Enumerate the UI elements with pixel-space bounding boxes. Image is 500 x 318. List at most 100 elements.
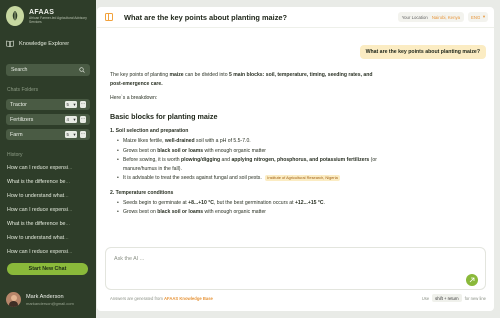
hint-suffix: for new line xyxy=(464,295,486,301)
brand-name: AFAAS xyxy=(29,8,55,16)
search-label: Search xyxy=(11,67,28,73)
chats-folders-label: Chats Folders xyxy=(7,87,39,93)
history-ellipsis: ... xyxy=(67,165,73,171)
brand-subtitle: African Farmer-led Agricultural Advisory… xyxy=(29,15,87,24)
folder-farm[interactable]: Farm 5 ▾ ⋯ xyxy=(6,129,90,140)
more-icon[interactable]: ⋯ xyxy=(80,131,86,138)
text: Maize likes fertile, xyxy=(123,137,165,144)
location-value: Nairobi, Kenya xyxy=(431,14,460,20)
folder-tractor[interactable]: Tractor 5 ▾ ⋯ xyxy=(6,99,90,110)
folder-name: Farm xyxy=(10,131,23,138)
more-icon[interactable]: ⋯ xyxy=(80,116,86,123)
text: with enough organic matter xyxy=(203,209,266,216)
text: It is advisable to treat the seeds again… xyxy=(123,175,262,182)
history-text: What is the difference be xyxy=(7,221,66,227)
composer-placeholder: Ask the AI ... xyxy=(114,256,145,262)
book-icon xyxy=(6,40,14,47)
text: Before sowing, it is worth xyxy=(123,157,182,164)
sidebar-toggle-icon[interactable] xyxy=(105,13,113,21)
shortcut-keys: shift + return xyxy=(432,294,462,302)
app-root: AFAAS African Farmer-led Agricultural Ad… xyxy=(0,0,500,318)
history-label: History xyxy=(7,152,23,158)
user-message: What are the key points about planting m… xyxy=(359,45,486,59)
chat-panel: What are the key points about planting m… xyxy=(97,7,494,311)
folder-count-value: 4 xyxy=(66,117,69,122)
assistant-answer: The key points of planting maize can be … xyxy=(110,71,380,217)
more-icon[interactable]: ⋯ xyxy=(80,101,86,108)
location-label: Your Location xyxy=(401,14,428,20)
text-bold: black soil or loams xyxy=(157,147,204,154)
history-item[interactable]: What is the difference be... xyxy=(7,179,87,185)
brand-text: AFAAS African Farmer-led Agricultural Ad… xyxy=(29,9,91,24)
history-ellipsis: ... xyxy=(67,207,73,213)
text: Seeds begin to germinate at xyxy=(123,199,189,206)
location-selector[interactable]: Your Location Nairobi, Kenya xyxy=(397,12,464,22)
bullet-item: Seeds begin to germinate at +8...+10 °C,… xyxy=(117,199,380,208)
history-item[interactable]: How to understand what... xyxy=(7,193,87,199)
folder-name: Fertilizers xyxy=(10,116,34,123)
bullet-item: Maize likes fertile, well-drained soil w… xyxy=(117,137,380,146)
search-icon xyxy=(79,67,85,73)
folder-count: 5 ▾ xyxy=(65,131,77,138)
history-item[interactable]: How can I reduce expensi... xyxy=(7,249,87,255)
history-text: How can I reduce expensi xyxy=(7,207,68,213)
language-value: ENG xyxy=(471,14,481,20)
knowledge-explorer-link[interactable]: Knowledge Explorer xyxy=(6,40,69,47)
chevron-down-icon: ▾ xyxy=(73,116,76,122)
history-text: What is the difference be xyxy=(7,179,66,185)
source-note: Answers are generated from AFAAS Knowled… xyxy=(110,296,213,301)
text: soil with a pH of 5.5-7.0. xyxy=(194,137,251,144)
sidebar-search[interactable]: Search xyxy=(6,64,90,76)
language-selector[interactable]: ENG ▾ xyxy=(468,12,488,22)
text-bold: +12...+15 °C xyxy=(294,199,324,206)
text-bold: applying nitrogen, phosphorus, and potas… xyxy=(231,157,370,164)
text-bold: +8...+10 °C xyxy=(188,199,214,206)
history-item[interactable]: How to understand what... xyxy=(7,235,87,241)
section-title: 2. Temperature conditions xyxy=(110,189,174,196)
hint-use: Use xyxy=(421,295,430,301)
source-prefix: Answers are generated from xyxy=(110,296,163,301)
text: , but the best germination occurs at xyxy=(213,199,295,206)
bullet-item: Before sowing, it is worth plowing/diggi… xyxy=(117,156,380,173)
topbar: What are the key points about planting m… xyxy=(97,7,494,28)
avatar xyxy=(6,292,21,307)
chevron-down-icon: ▾ xyxy=(73,101,76,107)
bullet-list: Seeds begin to germinate at +8...+10 °C,… xyxy=(110,199,380,217)
text: Grows best on xyxy=(123,209,158,216)
folder-count: 5 ▾ xyxy=(65,101,77,108)
text: with enough organic matter xyxy=(203,147,266,154)
history-ellipsis: ... xyxy=(65,179,70,185)
bullet-list: Maize likes fertile, well-drained soil w… xyxy=(110,137,380,183)
folder-fertilizers[interactable]: Fertilizers 4 ▾ ⋯ xyxy=(6,114,90,125)
text-bold: well-drained xyxy=(164,137,195,144)
history-item[interactable]: How can I reduce expensi... xyxy=(7,207,87,213)
knowledge-base-link[interactable]: AFAAS Knowledge Base xyxy=(164,296,213,301)
section-title: 1. Soil selection and preparation xyxy=(110,128,189,135)
arrow-up-right-icon xyxy=(469,277,475,283)
chevron-down-icon: ▾ xyxy=(73,131,76,137)
chevron-down-icon: ▾ xyxy=(482,14,485,19)
start-new-chat-button[interactable]: Start New Chat xyxy=(7,263,88,275)
folder-count-value: 5 xyxy=(66,102,69,107)
citation-badge[interactable]: Institute of Agricultural Research, Nige… xyxy=(264,175,341,182)
brand: AFAAS African Farmer-led Agricultural Ad… xyxy=(0,0,96,26)
knowledge-explorer-label: Knowledge Explorer xyxy=(19,40,70,47)
chat-title: What are the key points about planting m… xyxy=(124,12,288,22)
folder-count: 4 ▾ xyxy=(65,116,77,123)
history-item[interactable]: How can I reduce expensi... xyxy=(7,165,87,171)
text: The key points of planting xyxy=(110,72,170,78)
bullet-item: Grows best on black soil or loams with e… xyxy=(117,147,380,156)
history-item[interactable]: What is the difference be... xyxy=(7,221,87,227)
message-composer[interactable]: Ask the AI ... xyxy=(105,247,486,290)
text: and xyxy=(220,157,232,164)
text-bold: black soil or loams xyxy=(157,209,204,216)
folder-name: Tractor xyxy=(10,101,27,108)
text-bold: maize xyxy=(169,72,184,78)
answer-heading: Basic blocks for planting maize xyxy=(110,111,218,121)
send-button[interactable] xyxy=(466,274,478,286)
shortcut-hint: Use shift + return for new line xyxy=(422,294,486,302)
user-profile[interactable]: Mark Anderson markanderson@gmail.com xyxy=(6,292,74,307)
history-text: How can I reduce expensi xyxy=(7,249,68,255)
text-bold: plowing/digging xyxy=(181,157,221,164)
history-ellipsis: ... xyxy=(64,193,69,199)
